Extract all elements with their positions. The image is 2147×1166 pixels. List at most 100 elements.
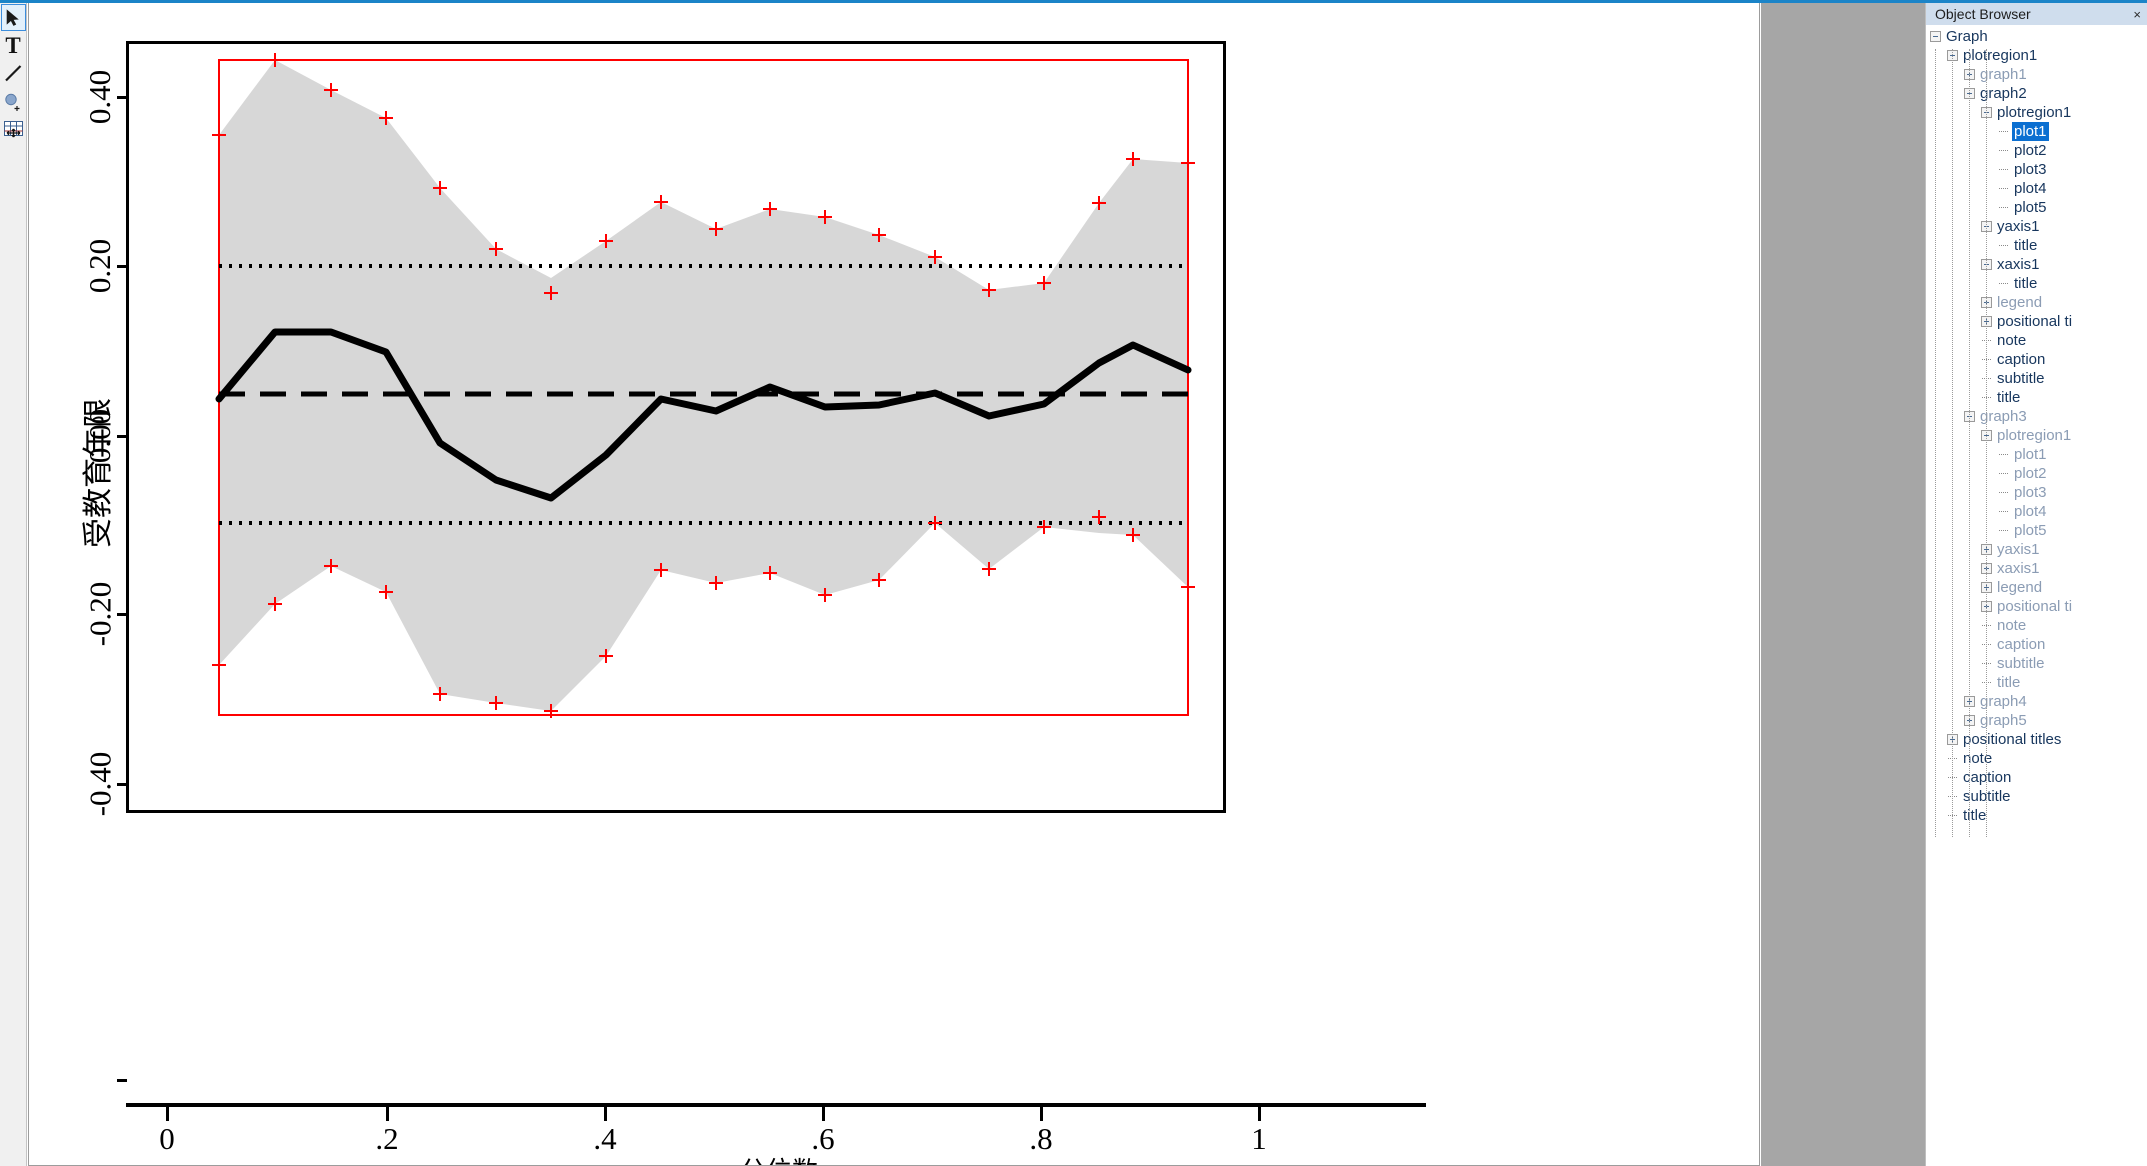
plotregion-frame[interactable] [126,41,1226,813]
tree-item-label: title [2014,237,2038,254]
tree-item-graph5[interactable]: graph5 [1926,711,2147,730]
tree-item-label: plot2 [2014,142,2047,159]
tree-leaf-connector-icon [1998,160,2012,179]
tree-item-label: yaxis1 [1997,218,2040,235]
tree-leaf-connector-icon [1981,635,1995,654]
tree-item-graph2[interactable]: graph2 [1926,84,2147,103]
tree-leaf-connector-icon [1981,616,1995,635]
tree-item-caption[interactable]: caption [1926,350,2147,369]
collapse-icon[interactable] [1930,31,1941,42]
grid-move-tool[interactable] [1,116,26,143]
tree-item-title[interactable]: title [1926,806,2147,825]
object-browser-title: Object Browser [1935,6,2031,22]
tree-item-plot3[interactable]: plot3 [1926,483,2147,502]
pointer-tool[interactable] [0,4,26,31]
y-axis-title[interactable]: 受教育年限 [73,343,117,603]
tree-item-plotregion1[interactable]: plotregion1 [1926,103,2147,122]
line-tool[interactable] [1,60,26,87]
tree-leaf-connector-icon [1998,521,2012,540]
tree-item-plot4[interactable]: plot4 [1926,179,2147,198]
tree-item-title[interactable]: title [1926,673,2147,692]
y-tick-mark-0 [117,96,127,99]
tree-item-note[interactable]: note [1926,749,2147,768]
tree-item-graph[interactable]: Graph [1926,27,2147,46]
tree-item-subtitle[interactable]: subtitle [1926,787,2147,806]
graph-canvas[interactable]: 0.40 0.20 0.00 -0.20 -0.40 受教育年限 0 .2 .4… [28,3,1760,1166]
tree-item-label: plot4 [2014,503,2047,520]
tree-item-plot4[interactable]: plot4 [1926,502,2147,521]
object-browser-header: Object Browser × [1926,3,2147,25]
tree-item-subtitle[interactable]: subtitle [1926,369,2147,388]
stata-graph-editor-window: T 0.40 0.20 0.00 -0.20 -0.40 受教育年限 0 .2 … [0,0,2147,1166]
tree-item-positional-ti[interactable]: positional ti [1926,597,2147,616]
tree-item-legend[interactable]: legend [1926,578,2147,597]
tree-item-plot1[interactable]: plot1 [1926,122,2147,141]
tree-item-positional-titles[interactable]: positional titles [1926,730,2147,749]
object-browser-panel: Object Browser × Graph plotregion1 graph1 g… [1925,3,2147,1166]
tree-item-title[interactable]: title [1926,388,2147,407]
tree-item-plot1[interactable]: plot1 [1926,445,2147,464]
tree-item-plotregion1[interactable]: plotregion1 [1926,46,2147,65]
diagonal-line-icon [4,65,21,82]
tree-item-label: plotregion1 [1997,427,2072,444]
tree-item-positional-ti[interactable]: positional ti [1926,312,2147,331]
close-icon[interactable]: × [2129,7,2141,22]
tree-item-plot5[interactable]: plot5 [1926,521,2147,540]
tree-item-graph4[interactable]: graph4 [1926,692,2147,711]
marker-tool[interactable] [1,88,26,115]
tree-leaf-connector-icon [1947,768,1961,787]
tree-item-legend[interactable]: legend [1926,293,2147,312]
y-tick-mark-1 [117,265,127,268]
tree-item-caption[interactable]: caption [1926,768,2147,787]
tree-leaf-connector-icon [1998,122,2012,141]
tree-item-graph3[interactable]: graph3 [1926,407,2147,426]
tree-item-title[interactable]: title [1926,236,2147,255]
tree-item-caption[interactable]: caption [1926,635,2147,654]
tree-leaf-connector-icon [1998,445,2012,464]
tree-item-subtitle[interactable]: subtitle [1926,654,2147,673]
y-axis-origin-tick [117,1079,127,1082]
tree-leaf-connector-icon [1947,787,1961,806]
tree-item-xaxis1[interactable]: xaxis1 [1926,255,2147,274]
y-tick-mark-2 [117,435,127,438]
x-tick-mark-3 [822,1107,825,1121]
tree-item-note[interactable]: note [1926,331,2147,350]
tree-item-label: title [1997,389,2021,406]
tree-item-plot2[interactable]: plot2 [1926,141,2147,160]
circle-plus-marker-icon [5,93,20,111]
x-axis-line[interactable] [126,1103,1426,1107]
tree-leaf-connector-icon [1981,350,1995,369]
tree-item-xaxis1[interactable]: xaxis1 [1926,559,2147,578]
tree-item-label: xaxis1 [1997,560,2040,577]
tree-item-plot2[interactable]: plot2 [1926,464,2147,483]
tree-item-yaxis1[interactable]: yaxis1 [1926,540,2147,559]
tree-item-plot5[interactable]: plot5 [1926,198,2147,217]
text-tool[interactable]: T [1,32,26,59]
tree-guide-line [1935,49,1936,837]
object-browser-tree[interactable]: Graph plotregion1 graph1 graph2 plotregion1 p… [1926,25,2147,837]
tree-item-plot3[interactable]: plot3 [1926,160,2147,179]
graph-editor-toolbar: T [0,3,27,1166]
tree-item-graph1[interactable]: graph1 [1926,65,2147,84]
tree-item-note[interactable]: note [1926,616,2147,635]
y-tick-mark-4 [117,783,127,786]
tree-leaf-connector-icon [1998,483,2012,502]
tree-leaf-connector-icon [1947,806,1961,825]
tree-item-label: plot3 [2014,484,2047,501]
x-axis-title[interactable]: 分位数 [29,1151,1529,1165]
arrow-pointer-icon [6,8,19,26]
tree-item-plotregion1[interactable]: plotregion1 [1926,426,2147,445]
tree-item-label: subtitle [1997,370,2045,387]
tree-item-yaxis1[interactable]: yaxis1 [1926,217,2147,236]
tree-item-label: note [1997,617,2027,634]
tree-item-title[interactable]: title [1926,274,2147,293]
